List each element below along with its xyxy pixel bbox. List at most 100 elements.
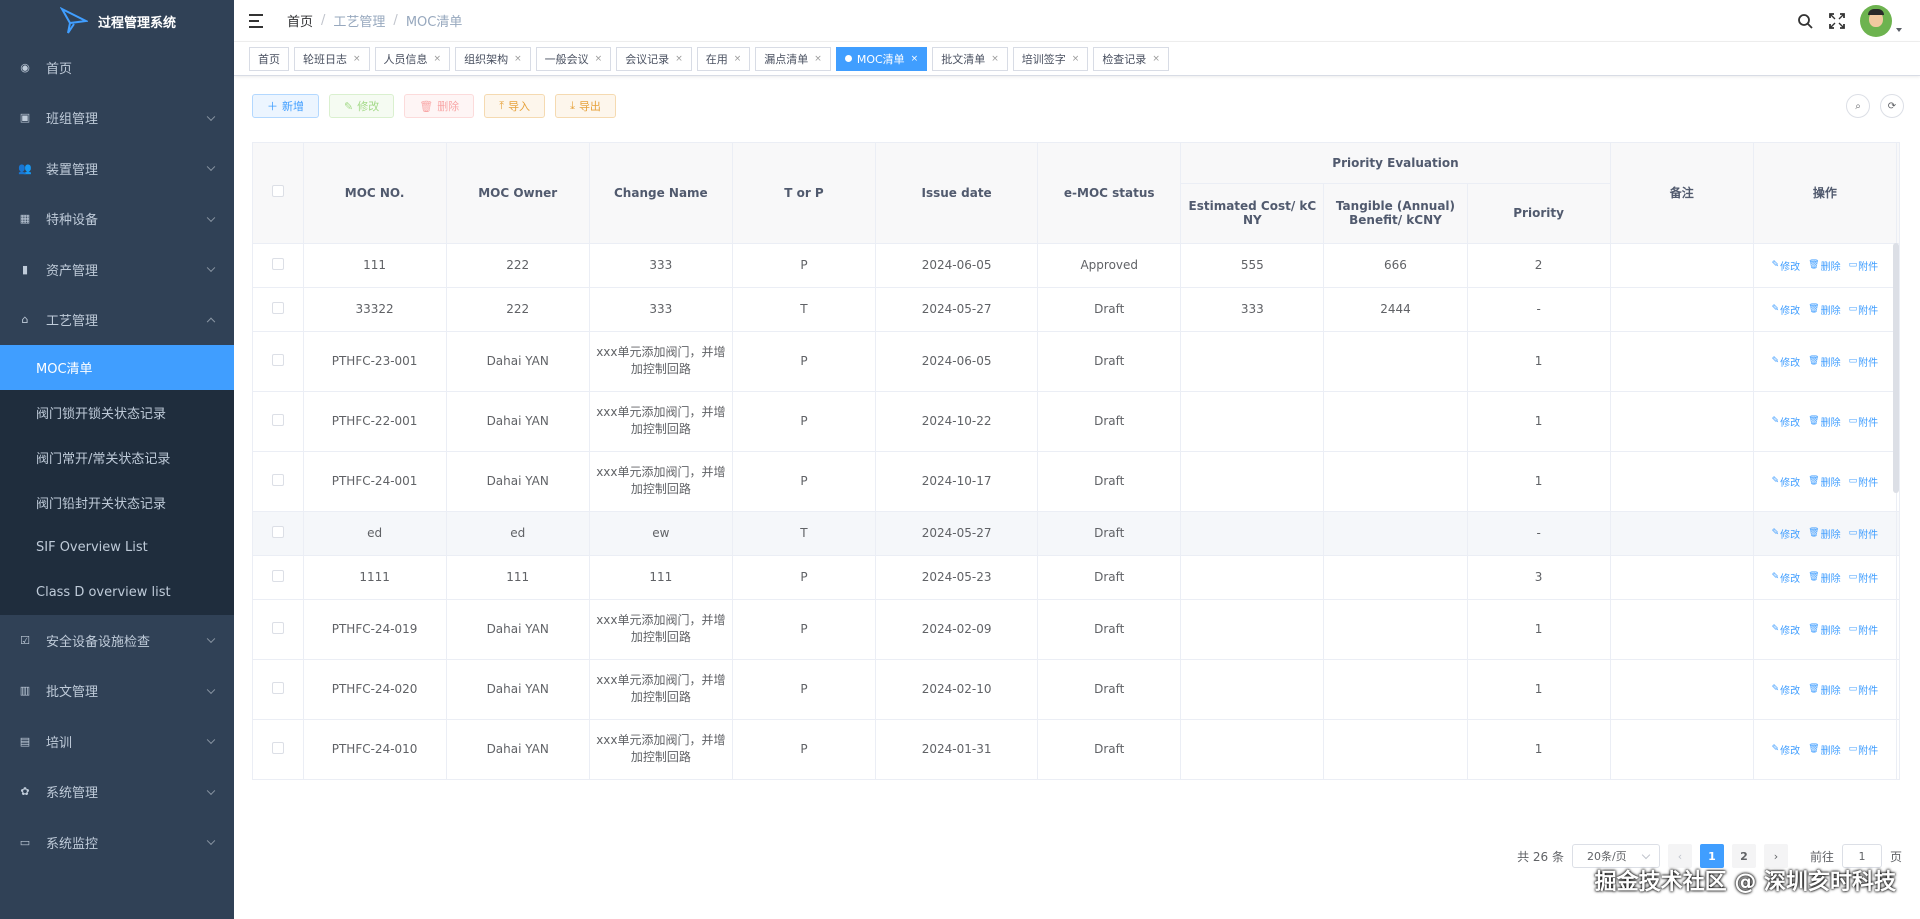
tag-3[interactable]: 组织架构 × bbox=[455, 46, 531, 71]
search-toggle-button[interactable]: ⌕ bbox=[1846, 94, 1870, 118]
row-delete-link[interactable]: 🗑 删除 bbox=[1808, 526, 1840, 541]
sidebar-item-8[interactable]: ▤ 培训 bbox=[0, 716, 234, 767]
row-checkbox[interactable] bbox=[271, 257, 284, 270]
tag-11[interactable]: 检查记录 × bbox=[1093, 46, 1169, 71]
row-delete-link[interactable]: 🗑 删除 bbox=[1808, 682, 1840, 697]
row-checkbox[interactable] bbox=[271, 353, 284, 366]
chevron-down-icon[interactable] bbox=[1896, 28, 1902, 32]
row-attach-link[interactable]: ▭ 附件 bbox=[1849, 354, 1879, 369]
row-checkbox[interactable] bbox=[271, 525, 284, 538]
tag-4[interactable]: 一般会议 × bbox=[535, 46, 612, 71]
submenu-item-1[interactable]: 阀门锁开锁关状态记录 bbox=[0, 390, 234, 435]
hamburger-icon[interactable] bbox=[249, 13, 267, 28]
row-edit-link[interactable]: ✎ 修改 bbox=[1772, 622, 1801, 637]
close-icon[interactable]: × bbox=[434, 54, 442, 64]
close-icon[interactable]: × bbox=[911, 54, 919, 64]
delete-button[interactable]: 🗑 删除 bbox=[404, 94, 475, 118]
avatar[interactable] bbox=[1860, 5, 1892, 37]
search-icon[interactable] bbox=[1796, 12, 1814, 30]
row-attach-link[interactable]: ▭ 附件 bbox=[1849, 474, 1879, 489]
table-row[interactable]: PTHFC-22-001 Dahai YAN xxx单元添加阀门，并增加控制回路 P 2… bbox=[253, 391, 1899, 452]
table-row[interactable]: 111 222 333 P 2024-06-05 Approved 555 666 2 ✎ 修改 🗑 删… bbox=[253, 243, 1899, 288]
sidebar-item-2[interactable]: 👥 装置管理 bbox=[0, 143, 234, 194]
row-attach-link[interactable]: ▭ 附件 bbox=[1849, 742, 1879, 757]
breadcrumb-process[interactable]: 工艺管理 bbox=[333, 11, 385, 30]
row-delete-link[interactable]: 🗑 删除 bbox=[1808, 414, 1840, 429]
row-checkbox[interactable] bbox=[271, 301, 284, 314]
tag-5[interactable]: 会议记录 × bbox=[616, 46, 692, 71]
tag-8[interactable]: MOC清单 × bbox=[835, 46, 928, 71]
close-icon[interactable]: × bbox=[514, 54, 522, 64]
table-scrollbar[interactable] bbox=[1893, 243, 1899, 493]
table-row[interactable]: 33322 222 333 T 2024-05-27 Draft 333 2444- ✎ 修改 🗑 删… bbox=[253, 287, 1899, 332]
breadcrumb-home[interactable]: 首页 bbox=[287, 11, 313, 30]
export-button[interactable]: ⤓ 导出 bbox=[555, 94, 616, 118]
close-icon[interactable]: × bbox=[814, 54, 822, 64]
table-row[interactable]: PTHFC-23-001 Dahai YAN xxx单元添加阀门，并增加控制回路 P 2… bbox=[253, 331, 1899, 392]
table-row[interactable]: ed ed ew T 2024-05-27 Draft - ✎ 修改 🗑 删除 ▭ 附件 bbox=[253, 511, 1899, 556]
add-button[interactable]: ＋ 新增 bbox=[252, 94, 319, 118]
row-delete-link[interactable]: 🗑 删除 bbox=[1808, 570, 1840, 585]
sidebar-item-7[interactable]: ▥ 批文管理 bbox=[0, 666, 234, 717]
table-row[interactable]: PTHFC-24-001 Dahai YAN xxx单元添加阀门，并增加控制回路 P 2… bbox=[253, 451, 1899, 512]
close-icon[interactable]: × bbox=[734, 54, 742, 64]
select-all-checkbox[interactable] bbox=[271, 185, 284, 198]
row-attach-link[interactable]: ▭ 附件 bbox=[1849, 414, 1879, 429]
sidebar-item-10[interactable]: ▭ 系统监控 bbox=[0, 817, 234, 868]
tag-10[interactable]: 培训签字 × bbox=[1012, 46, 1089, 71]
row-edit-link[interactable]: ✎ 修改 bbox=[1772, 474, 1801, 489]
sidebar-item-0[interactable]: ◉ 首页 bbox=[0, 42, 234, 93]
submenu-item-4[interactable]: SIF Overview List bbox=[0, 525, 234, 570]
sidebar-item-6[interactable]: ☑ 安全设备设施检查 bbox=[0, 615, 234, 666]
row-delete-link[interactable]: 🗑 删除 bbox=[1808, 354, 1840, 369]
close-icon[interactable]: × bbox=[991, 54, 999, 64]
row-attach-link[interactable]: ▭ 附件 bbox=[1849, 302, 1879, 317]
row-checkbox[interactable] bbox=[271, 473, 284, 486]
row-checkbox[interactable] bbox=[271, 413, 284, 426]
table-row[interactable]: 1111 111 111 P 2024-05-23 Draft 3 ✎ 修改 🗑 删除 ▭ 附件 bbox=[253, 555, 1899, 600]
row-checkbox[interactable] bbox=[271, 569, 284, 582]
fullscreen-icon[interactable] bbox=[1828, 12, 1846, 30]
sidebar-item-4[interactable]: ▮ 资产管理 bbox=[0, 244, 234, 295]
row-attach-link[interactable]: ▭ 附件 bbox=[1849, 622, 1879, 637]
submenu-item-2[interactable]: 阀门常开/常关状态记录 bbox=[0, 435, 234, 480]
row-delete-link[interactable]: 🗑 删除 bbox=[1808, 622, 1840, 637]
row-delete-link[interactable]: 🗑 删除 bbox=[1808, 474, 1840, 489]
row-attach-link[interactable]: ▭ 附件 bbox=[1849, 526, 1879, 541]
submenu-item-5[interactable]: Class D overview list bbox=[0, 570, 234, 615]
close-icon[interactable]: × bbox=[1072, 54, 1080, 64]
row-attach-link[interactable]: ▭ 附件 bbox=[1849, 258, 1879, 273]
row-edit-link[interactable]: ✎ 修改 bbox=[1772, 258, 1801, 273]
row-delete-link[interactable]: 🗑 删除 bbox=[1808, 742, 1840, 757]
row-checkbox[interactable] bbox=[271, 621, 284, 634]
table-row[interactable]: PTHFC-24-010 Dahai YAN xxx单元添加阀门，并增加控制回路 P 2… bbox=[253, 719, 1899, 779]
row-attach-link[interactable]: ▭ 附件 bbox=[1849, 570, 1879, 585]
edit-button[interactable]: ✎ 修改 bbox=[329, 94, 395, 118]
submenu-item-3[interactable]: 阀门铅封开关状态记录 bbox=[0, 480, 234, 525]
logo[interactable]: 过程管理系统 bbox=[0, 0, 234, 42]
tag-1[interactable]: 轮班日志 × bbox=[294, 46, 370, 71]
close-icon[interactable]: × bbox=[675, 54, 683, 64]
close-icon[interactable]: × bbox=[595, 54, 603, 64]
tag-2[interactable]: 人员信息 × bbox=[374, 46, 451, 71]
row-edit-link[interactable]: ✎ 修改 bbox=[1772, 682, 1801, 697]
row-checkbox[interactable] bbox=[271, 681, 284, 694]
tag-7[interactable]: 漏点清单 × bbox=[755, 46, 831, 71]
row-edit-link[interactable]: ✎ 修改 bbox=[1772, 742, 1801, 757]
row-edit-link[interactable]: ✎ 修改 bbox=[1772, 302, 1801, 317]
sidebar-item-9[interactable]: ✿ 系统管理 bbox=[0, 767, 234, 818]
tag-6[interactable]: 在用 × bbox=[696, 46, 751, 71]
row-edit-link[interactable]: ✎ 修改 bbox=[1772, 526, 1801, 541]
close-icon[interactable]: × bbox=[1152, 54, 1160, 64]
row-attach-link[interactable]: ▭ 附件 bbox=[1849, 682, 1879, 697]
table-row[interactable]: PTHFC-24-019 Dahai YAN xxx单元添加阀门，并增加控制回路 P 2… bbox=[253, 599, 1899, 660]
table-row[interactable]: PTHFC-24-020 Dahai YAN xxx单元添加阀门，并增加控制回路 P 2… bbox=[253, 659, 1899, 720]
import-button[interactable]: ⤒ 导入 bbox=[484, 94, 546, 118]
submenu-item-0[interactable]: MOC清单 bbox=[0, 345, 234, 390]
sidebar-item-5[interactable]: ⌂ 工艺管理 bbox=[0, 295, 234, 346]
row-edit-link[interactable]: ✎ 修改 bbox=[1772, 414, 1801, 429]
row-checkbox[interactable] bbox=[271, 741, 284, 754]
sidebar-item-1[interactable]: ▣ 班组管理 bbox=[0, 93, 234, 144]
tag-9[interactable]: 批文清单 × bbox=[932, 46, 1008, 71]
close-icon[interactable]: × bbox=[353, 54, 361, 64]
